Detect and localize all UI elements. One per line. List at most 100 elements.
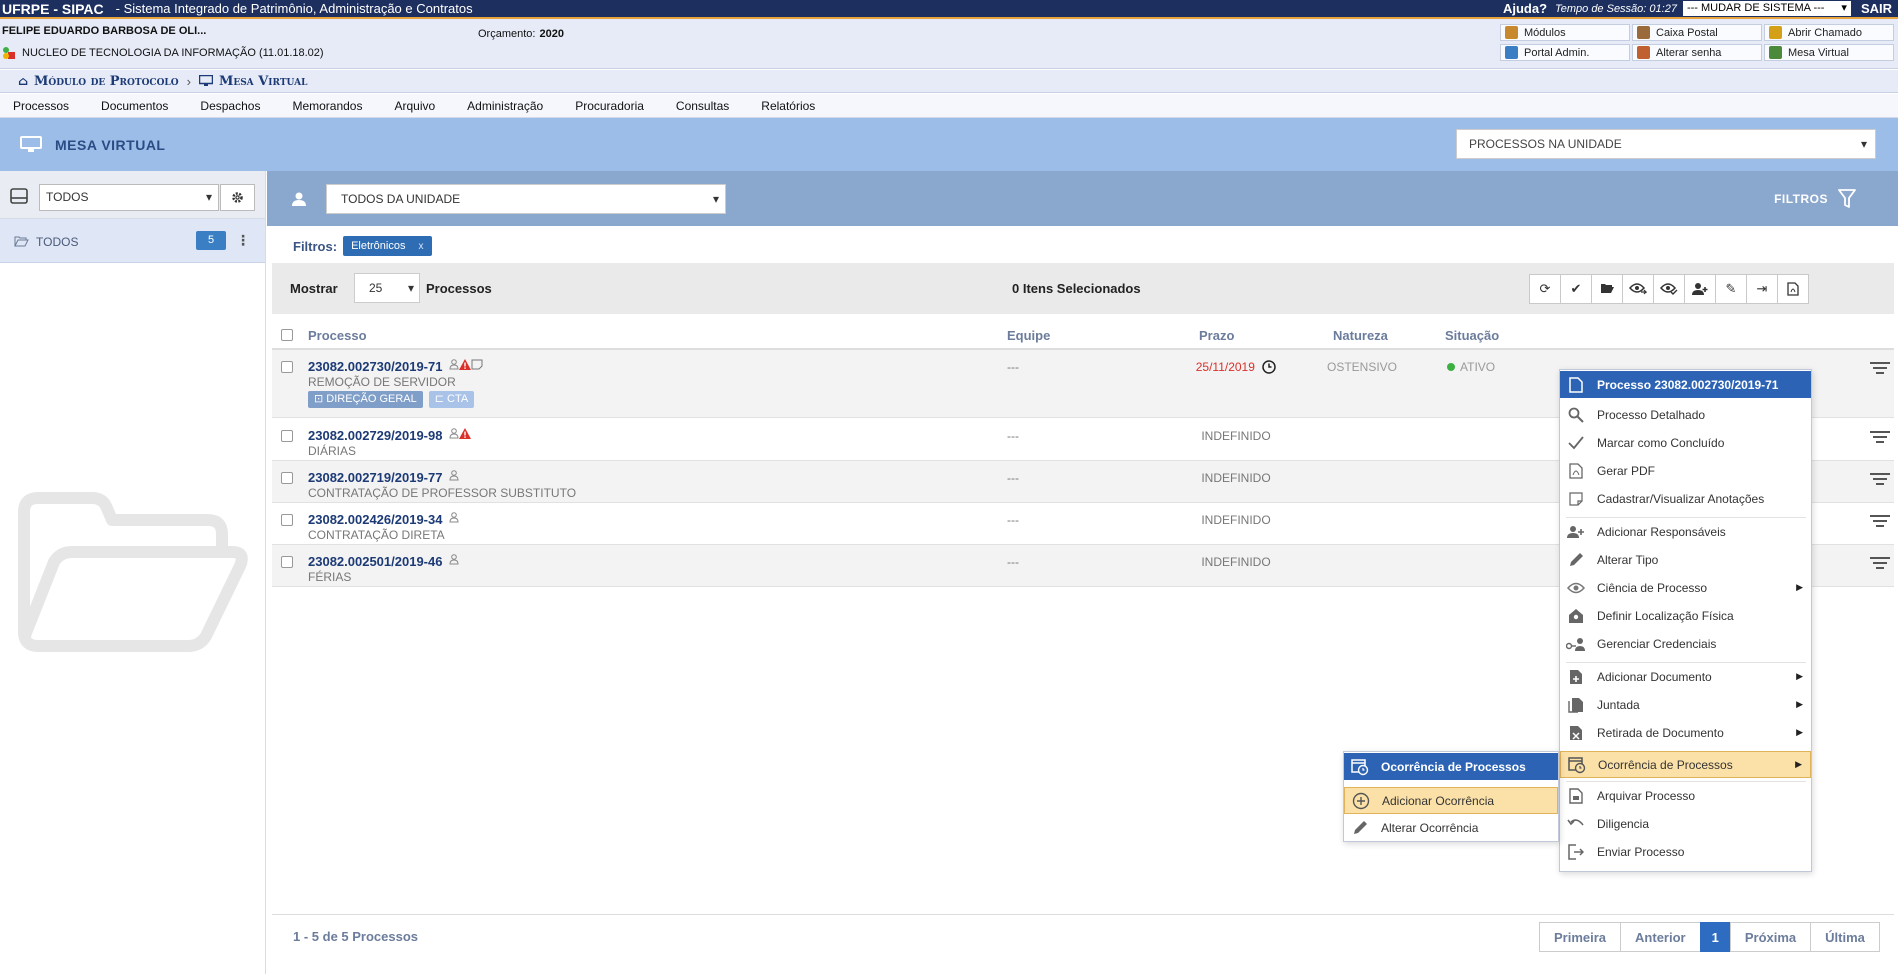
folder-select[interactable]: TODOS — [39, 184, 219, 211]
menu-item-consultas[interactable]: Consultas — [676, 99, 729, 113]
page-size-select[interactable]: 25 — [354, 273, 420, 303]
row-checkbox[interactable] — [281, 556, 293, 568]
process-number[interactable]: 23082.002426/2019-34 — [308, 512, 442, 527]
menu-item-attachment[interactable]: Juntada ▶ — [1560, 692, 1811, 717]
archive-button[interactable] — [1591, 274, 1623, 304]
shortcut-mailbox[interactable]: Caixa Postal — [1632, 24, 1762, 41]
menu-item-diligence[interactable]: Diligencia — [1560, 811, 1811, 836]
edit-button[interactable]: ✎ — [1715, 274, 1747, 304]
shortcut-label: Abrir Chamado — [1788, 26, 1862, 39]
menu-item-generate-pdf[interactable]: Gerar PDF — [1560, 458, 1811, 483]
shortcut-modules[interactable]: Módulos — [1500, 24, 1630, 41]
filters-toggle[interactable]: FILTROS — [1774, 192, 1828, 206]
row-checkbox[interactable] — [281, 472, 293, 484]
send-icon: ⇥ — [1756, 281, 1768, 296]
menu-item-documentos[interactable]: Documentos — [101, 99, 168, 113]
select-all-checkbox[interactable] — [281, 329, 293, 341]
submenu-item-edit-occurrence[interactable]: Alterar Ocorrência — [1344, 815, 1558, 840]
menu-item-add-responsible[interactable]: Adicionar Responsáveis — [1560, 519, 1811, 544]
shortcut-virtual-desk[interactable]: Mesa Virtual — [1764, 44, 1894, 61]
tag-direcao-geral[interactable]: ⊡ DIREÇÃO GERAL — [308, 391, 423, 408]
occurrences-submenu: Ocorrência de Processos Adicionar Ocorrê… — [1343, 751, 1559, 842]
settings-button[interactable] — [220, 184, 255, 211]
system-logo: UFRPE - SIPAC — [2, 0, 104, 17]
acknowledge-send-button[interactable] — [1622, 274, 1654, 304]
process-number[interactable]: 23082.002719/2019-77 — [308, 470, 442, 485]
menu-item-send[interactable]: Enviar Processo — [1560, 839, 1811, 864]
shortcut-open-ticket[interactable]: Abrir Chamado — [1764, 24, 1894, 41]
page-next[interactable]: Próxima — [1729, 922, 1812, 952]
menu-item-arquivo[interactable]: Arquivo — [394, 99, 435, 113]
view-mode-select[interactable]: PROCESSOS NA UNIDADE — [1456, 129, 1876, 159]
logout-link[interactable]: SAIR — [1861, 1, 1892, 16]
process-number[interactable]: 23082.002730/2019-71 — [308, 359, 442, 374]
menu-item-physical-location[interactable]: Definir Localização Física — [1560, 603, 1811, 628]
pdf-icon — [1566, 461, 1586, 481]
filter-lines-icon[interactable] — [1870, 556, 1890, 570]
key-user-icon — [1566, 634, 1586, 654]
change-system-select[interactable]: --- MUDAR DE SISTEMA --- — [1682, 1, 1851, 16]
status-dot-icon — [1447, 363, 1455, 371]
menu-item-occurrences[interactable]: Ocorrência de Processos ▶ — [1560, 751, 1811, 778]
more-options-icon[interactable]: ⋮ — [236, 232, 250, 249]
menu-item-remove-document[interactable]: Retirada de Documento ▶ — [1560, 720, 1811, 745]
menu-item-add-document[interactable]: Adicionar Documento ▶ — [1560, 664, 1811, 689]
acknowledge-button[interactable] — [1653, 274, 1685, 304]
breadcrumb-module[interactable]: Módulo de Protocolo — [34, 74, 179, 89]
page-first[interactable]: Primeira — [1539, 922, 1622, 952]
menu-item-annotations[interactable]: Cadastrar/Visualizar Anotações — [1560, 486, 1811, 511]
shortcut-label: Alterar senha — [1656, 46, 1722, 59]
menu-item-despachos[interactable]: Despachos — [200, 99, 260, 113]
tag-cta[interactable]: ⊏ CTA — [428, 391, 475, 408]
warning-icon — [459, 428, 471, 439]
menu-item-credentials[interactable]: Gerenciar Credenciais — [1560, 631, 1811, 656]
inbox-icon — [10, 188, 28, 204]
menu-item-relatorios[interactable]: Relatórios — [761, 99, 815, 113]
calendar-clock-icon — [1567, 755, 1587, 775]
breadcrumb-current: Mesa Virtual — [218, 73, 308, 89]
refresh-button[interactable]: ⟳ — [1529, 274, 1561, 304]
help-link[interactable]: Ajuda? — [1503, 1, 1547, 16]
menu-item-change-type[interactable]: Alterar Tipo — [1560, 547, 1811, 572]
process-number[interactable]: 23082.002729/2019-98 — [308, 428, 442, 443]
filter-lines-icon[interactable] — [1870, 514, 1890, 528]
shortcut-portal-admin[interactable]: Portal Admin. — [1500, 44, 1630, 61]
filter-lines-icon[interactable] — [1870, 361, 1890, 375]
page-last[interactable]: Última — [1810, 922, 1880, 952]
menu-item-label: Definir Localização Física — [1597, 608, 1734, 623]
add-responsible-button[interactable] — [1684, 274, 1716, 304]
row-checkbox[interactable] — [281, 514, 293, 526]
menu-item-memorandos[interactable]: Memorandos — [292, 99, 362, 113]
page-title: MESA VIRTUAL — [55, 137, 166, 153]
filter-chip-remove[interactable]: x — [419, 241, 424, 252]
menu-item-mark-done[interactable]: Marcar como Concluído — [1560, 430, 1811, 455]
owner-select[interactable]: TODOS DA UNIDADE — [326, 184, 726, 214]
menu-item-processos[interactable]: Processos — [13, 99, 69, 113]
menu-item-acknowledge[interactable]: Ciência de Processo ▶ — [1560, 575, 1811, 600]
process-flags — [449, 512, 459, 523]
shortcut-change-password[interactable]: Alterar senha — [1632, 44, 1762, 61]
filter-lines-icon[interactable] — [1870, 430, 1890, 444]
page-current[interactable]: 1 — [1699, 922, 1731, 952]
submenu-item-add-occurrence[interactable]: Adicionar Ocorrência — [1344, 787, 1558, 814]
row-checkbox[interactable] — [281, 430, 293, 442]
mark-done-button[interactable]: ✔ — [1560, 274, 1592, 304]
funnel-icon[interactable] — [1838, 189, 1856, 209]
process-flags — [449, 359, 483, 370]
pdf-button[interactable] — [1777, 274, 1809, 304]
menu-item-label: Ciência de Processo — [1597, 580, 1708, 595]
process-number[interactable]: 23082.002501/2019-46 — [308, 554, 442, 569]
menu-item-procuradoria[interactable]: Procuradoria — [575, 99, 644, 113]
menu-item-label: Enviar Processo — [1597, 844, 1685, 859]
process-team: --- — [1007, 429, 1019, 443]
filter-lines-icon[interactable] — [1870, 472, 1890, 486]
user-outline-icon — [449, 428, 459, 439]
send-button[interactable]: ⇥ — [1746, 274, 1778, 304]
pdf-icon — [1787, 282, 1799, 296]
menu-item-detailed[interactable]: Processo Detalhado — [1560, 402, 1811, 427]
menu-item-administracao[interactable]: Administração — [467, 99, 543, 113]
menu-item-archive[interactable]: Arquivar Processo — [1560, 783, 1811, 808]
page-previous[interactable]: Anterior — [1620, 922, 1701, 952]
folder-item-todos[interactable]: TODOS 5 ⋮ — [0, 219, 265, 263]
row-checkbox[interactable] — [281, 361, 293, 373]
